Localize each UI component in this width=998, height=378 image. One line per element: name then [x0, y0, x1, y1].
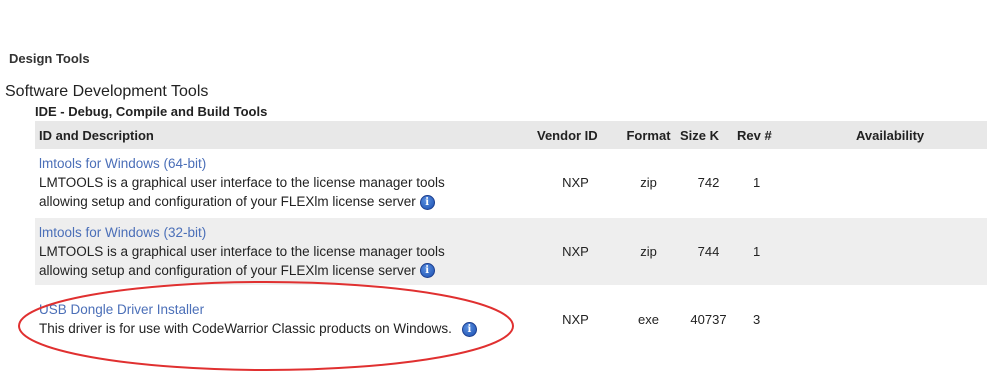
row-description: This driver is for use with CodeWarrior … — [39, 319, 534, 338]
row-vendor: NXP — [534, 217, 617, 286]
row-format: exe — [638, 311, 659, 327]
info-icon[interactable]: i — [419, 263, 435, 279]
row-rev: 3 — [753, 311, 761, 327]
row-description-cell: USB Dongle Driver Installer This driver … — [35, 285, 534, 353]
header-size: Size K — [680, 121, 737, 149]
row-size: 742 — [680, 149, 737, 218]
header-vendor-id: Vendor ID — [534, 121, 617, 149]
info-icon[interactable]: i — [461, 322, 477, 338]
header-id-description: ID and Description — [35, 121, 534, 149]
row-availability — [843, 285, 987, 353]
subsection-title-ide-tools: IDE - Debug, Compile and Build Tools — [35, 104, 268, 119]
downloads-table: ID and Description Vendor ID Format Size… — [35, 121, 987, 353]
row-vendor: NXP — [562, 311, 589, 327]
row-vendor: NXP — [534, 149, 617, 218]
download-link-lmtools-64[interactable]: lmtools for Windows (64-bit) — [39, 154, 534, 173]
table-header-row: ID and Description Vendor ID Format Size… — [35, 121, 987, 149]
row-size: 40737 — [690, 311, 727, 327]
row-rev: 1 — [737, 149, 843, 218]
row-rev: 1 — [737, 217, 843, 286]
row-description-line: allowing setup and configuration of your… — [39, 262, 416, 278]
header-availability: Availability — [843, 121, 987, 149]
section-title-design-tools: Design Tools — [9, 51, 90, 66]
section-title-software-development-tools: Software Development Tools — [5, 83, 209, 100]
row-description-cell: lmtools for Windows (32-bit) LMTOOLS is … — [35, 217, 534, 286]
row-description: LMTOOLS is a graphical user interface to… — [39, 173, 534, 211]
row-description-line: This driver is for use with CodeWarrior … — [39, 321, 452, 337]
row-description-line: LMTOOLS is a graphical user interface to… — [39, 175, 445, 191]
download-link-lmtools-32[interactable]: lmtools for Windows (32-bit) — [39, 223, 534, 242]
row-size: 744 — [680, 217, 737, 286]
info-icon[interactable]: i — [419, 195, 435, 211]
download-link-usb-dongle-driver[interactable]: USB Dongle Driver Installer — [39, 300, 534, 319]
table-row: lmtools for Windows (64-bit) LMTOOLS is … — [35, 149, 987, 218]
row-description-cell: lmtools for Windows (64-bit) LMTOOLS is … — [35, 149, 534, 218]
row-format: zip — [617, 149, 680, 218]
row-description: LMTOOLS is a graphical user interface to… — [39, 242, 534, 280]
table-row: lmtools for Windows (32-bit) LMTOOLS is … — [35, 217, 987, 286]
row-availability — [843, 149, 987, 218]
table-row: USB Dongle Driver Installer This driver … — [35, 285, 987, 353]
header-rev: Rev # — [737, 121, 843, 149]
row-description-line: LMTOOLS is a graphical user interface to… — [39, 243, 445, 259]
header-format: Format — [617, 121, 680, 149]
row-format: zip — [617, 217, 680, 286]
row-description-line: allowing setup and configuration of your… — [39, 194, 416, 210]
row-availability — [843, 217, 987, 286]
